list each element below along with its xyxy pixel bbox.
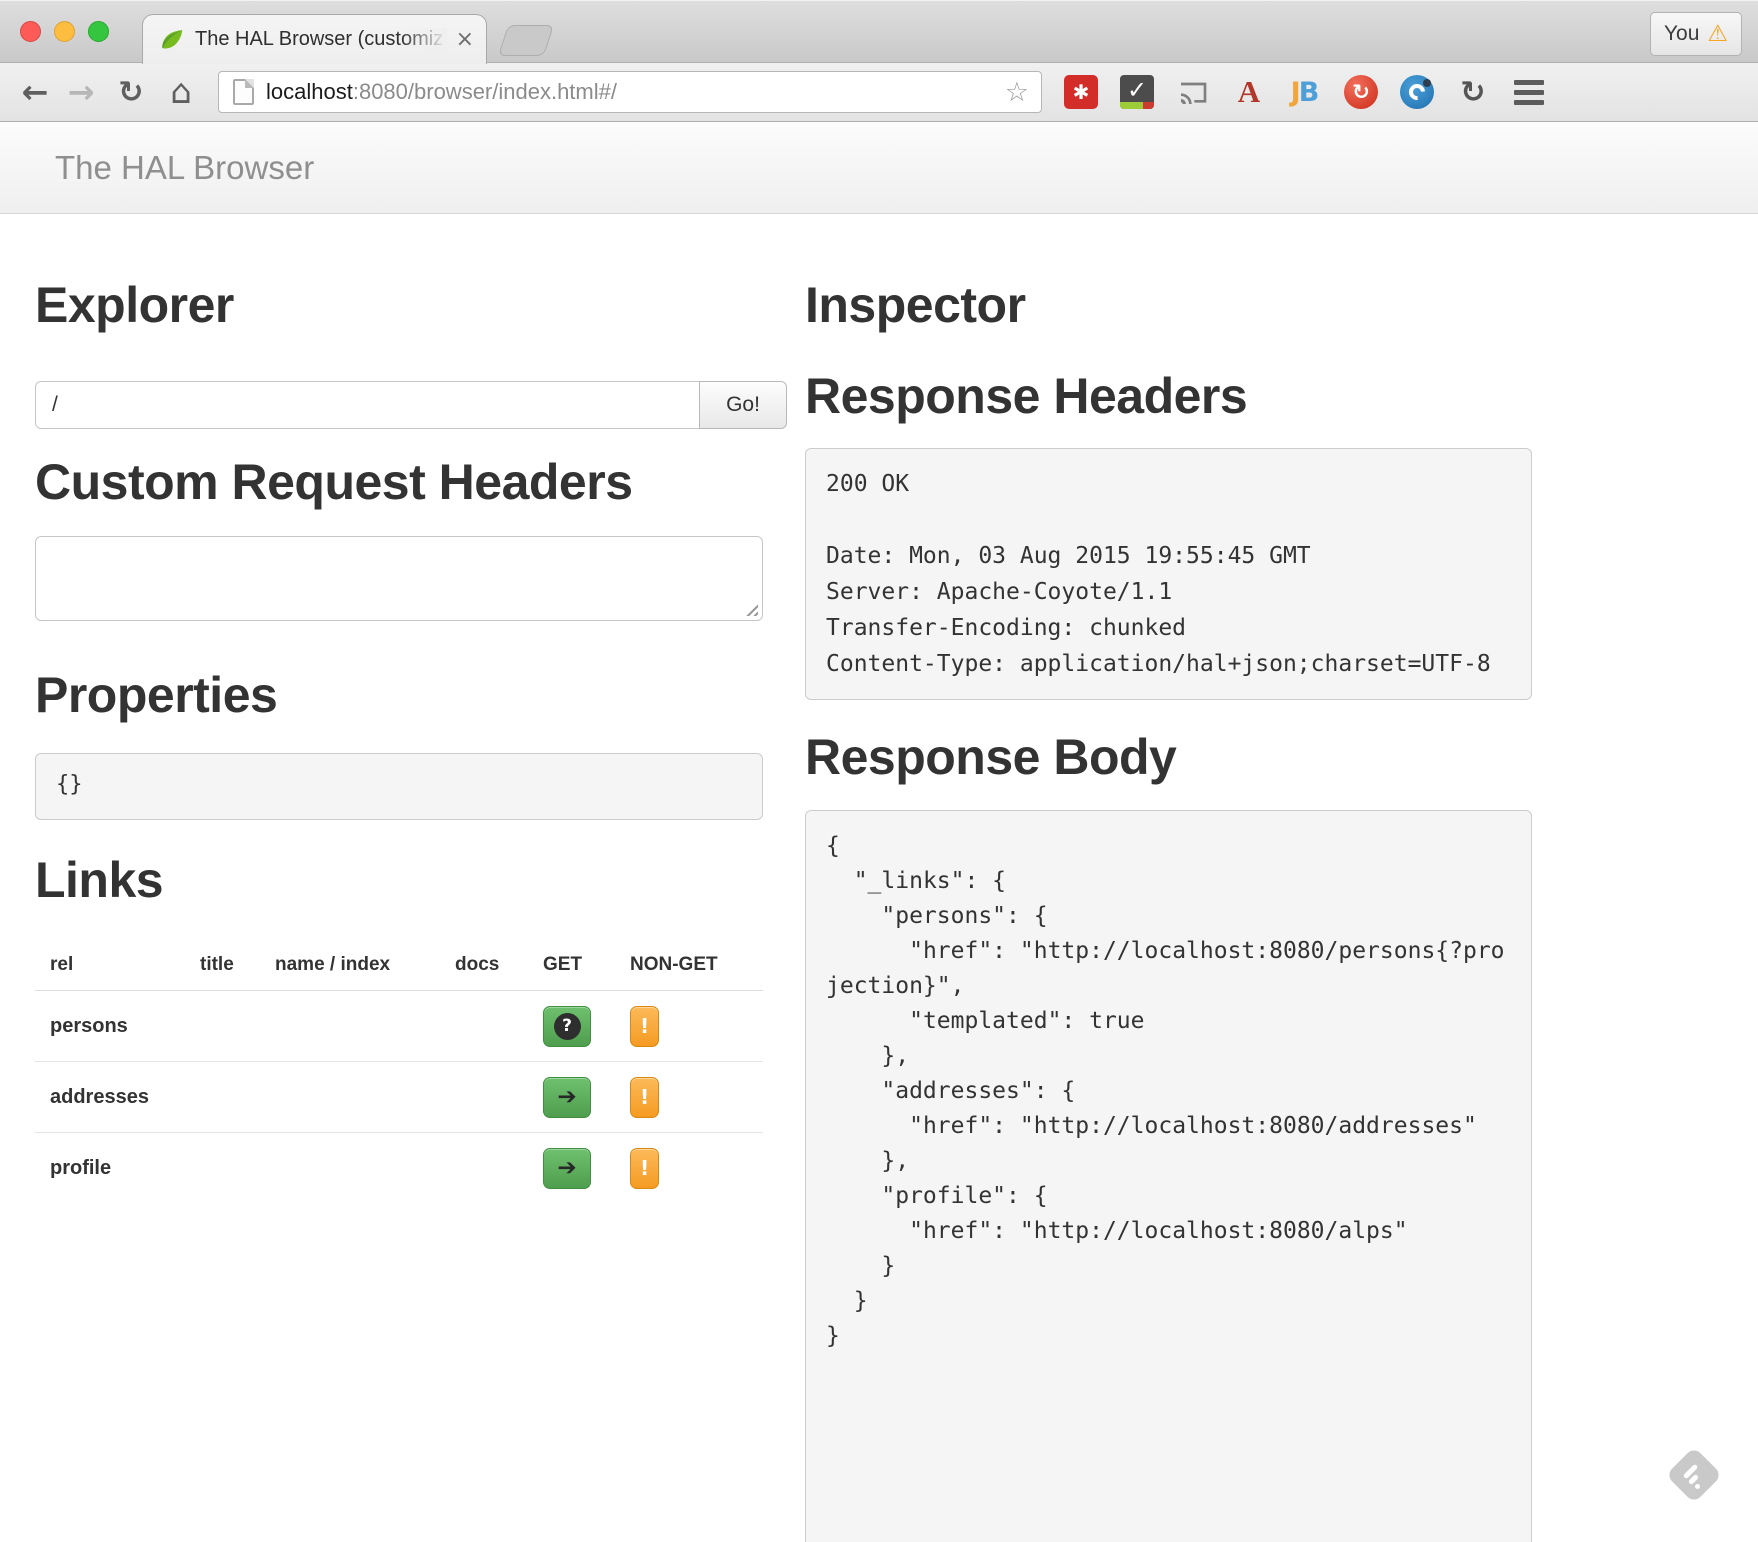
properties-heading: Properties (35, 668, 788, 723)
links-heading: Links (35, 853, 788, 908)
close-window-button[interactable] (20, 21, 41, 42)
bookmark-star-icon[interactable]: ☆ (1005, 77, 1029, 108)
rel-label: addresses (35, 1062, 200, 1133)
column-get: GET (543, 928, 630, 991)
arrow-icon: ➔ (557, 1155, 576, 1181)
response-body: { "_links": { "persons": { "href": "http… (805, 810, 1532, 1542)
explorer-heading: Explorer (35, 278, 788, 333)
sync-red-extension-icon[interactable]: ↻ (1344, 75, 1378, 109)
response-header-line: Transfer-Encoding: chunked (826, 610, 1511, 646)
links-table: rel title name / index docs GET NON-GET … (35, 928, 763, 1204)
letter-a-extension-icon[interactable]: A (1232, 75, 1266, 109)
properties-value: {} (35, 753, 763, 820)
jetbrains-extension-icon[interactable]: JB (1288, 75, 1322, 109)
new-tab-button[interactable] (498, 25, 554, 56)
explorer-panel: Explorer Go! Custom Request Headers Prop… (35, 214, 788, 1542)
browser-tab[interactable]: The HAL Browser (customiz × (142, 14, 487, 64)
response-status: 200 OK (826, 466, 1511, 502)
response-header-line: Date: Mon, 03 Aug 2015 19:55:45 GMT (826, 538, 1511, 574)
profile-button[interactable]: You ⚠ (1650, 12, 1742, 56)
column-non-get: NON-GET (630, 928, 763, 991)
window-controls (20, 21, 109, 42)
address-input-group: Go! (35, 381, 788, 429)
rel-label: profile (35, 1133, 200, 1204)
table-row-profile: profile ➔ ! (35, 1133, 763, 1204)
browser-toolbar: ← → ↻ ⌂ localhost:8080/browser/index.htm… (0, 62, 1758, 122)
back-button[interactable]: ← (18, 73, 52, 111)
url-path: :8080/browser/index.html#/ (353, 79, 617, 104)
lastpass-extension-icon[interactable]: ✱ (1064, 75, 1098, 109)
zoom-window-button[interactable] (88, 21, 109, 42)
non-get-button[interactable]: ! (630, 1148, 659, 1189)
rel-label: persons (35, 991, 200, 1062)
url-text: localhost:8080/browser/index.html#/ (266, 79, 1005, 105)
arrow-icon: ➔ (557, 1084, 576, 1110)
home-button[interactable]: ⌂ (164, 72, 198, 112)
page-reload-extension-icon[interactable]: ↻ (1456, 75, 1490, 109)
get-button[interactable]: ? (543, 1006, 591, 1047)
checkmark-extension-icon[interactable]: ✓ (1120, 75, 1154, 109)
blue-circle-extension-icon[interactable] (1400, 75, 1434, 109)
profile-label: You (1664, 22, 1699, 46)
main-content: Explorer Go! Custom Request Headers Prop… (0, 214, 1758, 1542)
response-header-line: Server: Apache-Coyote/1.1 (826, 574, 1511, 610)
question-icon: ? (554, 1013, 581, 1040)
inspector-panel: Inspector Response Headers 200 OK Date: … (805, 214, 1532, 1542)
tab-title: The HAL Browser (customiz (195, 28, 447, 51)
minimize-window-button[interactable] (54, 21, 75, 42)
column-name-index: name / index (275, 928, 455, 991)
tab-strip: The HAL Browser (customiz × You ⚠ (0, 0, 1758, 62)
custom-headers-wrap (35, 510, 763, 626)
chromecast-extension-icon[interactable] (1176, 75, 1210, 109)
spring-leaf-favicon (159, 27, 185, 53)
go-button[interactable]: Go! (699, 381, 787, 429)
non-get-button[interactable]: ! (630, 1077, 659, 1118)
custom-request-headers-heading: Custom Request Headers (35, 455, 788, 510)
get-button[interactable]: ➔ (543, 1077, 591, 1118)
site-header: The HAL Browser (0, 122, 1758, 214)
custom-headers-textarea[interactable] (35, 536, 763, 621)
table-row-addresses: addresses ➔ ! (35, 1062, 763, 1133)
column-docs: docs (455, 928, 543, 991)
page-title: The HAL Browser (55, 149, 314, 187)
browser-window: The HAL Browser (customiz × You ⚠ ← → ↻ … (0, 0, 1758, 1542)
address-bar[interactable]: localhost:8080/browser/index.html#/ ☆ (218, 71, 1042, 113)
menu-icon[interactable] (1514, 80, 1544, 105)
response-headers-box: 200 OK Date: Mon, 03 Aug 2015 19:55:45 G… (805, 448, 1532, 700)
get-button[interactable]: ➔ (543, 1148, 591, 1189)
feedly-watermark-icon[interactable] (1671, 1452, 1717, 1498)
forward-button[interactable]: → (64, 73, 98, 111)
page-icon (233, 79, 254, 105)
column-title: title (200, 928, 275, 991)
warning-icon: ⚠ (1707, 21, 1728, 47)
close-tab-icon[interactable]: × (456, 29, 474, 51)
url-host: localhost (266, 79, 353, 104)
non-get-button[interactable]: ! (630, 1006, 659, 1047)
reload-button[interactable]: ↻ (114, 75, 148, 110)
resource-path-input[interactable] (35, 381, 700, 429)
response-body-heading: Response Body (805, 730, 1532, 785)
response-header-line: Content-Type: application/hal+json;chars… (826, 646, 1511, 682)
response-headers-heading: Response Headers (805, 369, 1532, 424)
column-rel: rel (35, 928, 200, 991)
inspector-heading: Inspector (805, 278, 1532, 333)
table-row-persons: persons ? ! (35, 991, 763, 1062)
links-header-row: rel title name / index docs GET NON-GET (35, 928, 763, 991)
